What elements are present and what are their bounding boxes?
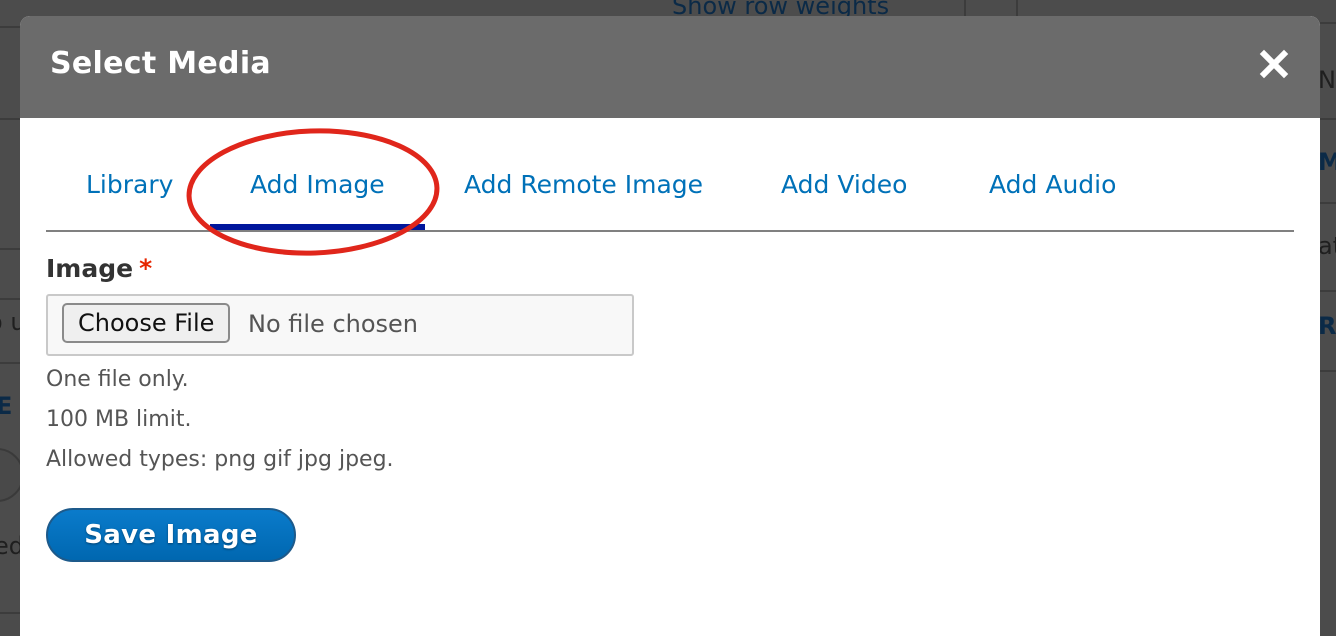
background-fragment: E — [0, 392, 13, 420]
media-tabs: Library Add Image Add Remote Image Add V… — [46, 164, 1294, 232]
tab-add-audio[interactable]: Add Audio — [989, 164, 1116, 230]
image-file-input[interactable]: Choose File No file chosen — [46, 294, 634, 356]
close-icon — [1259, 49, 1289, 79]
background-divider — [1320, 202, 1336, 204]
tab-add-video[interactable]: Add Video — [781, 164, 907, 230]
tab-library[interactable]: Library — [86, 164, 173, 230]
file-status-text: No file chosen — [248, 310, 419, 338]
tab-add-remote-image[interactable]: Add Remote Image — [464, 164, 703, 230]
choose-file-button[interactable]: Choose File — [62, 303, 231, 343]
image-field-label: Image * — [46, 254, 152, 283]
required-marker: * — [139, 254, 153, 283]
background-divider — [1320, 22, 1336, 24]
help-text-allowed-types: Allowed types: png gif jpg jpeg. — [46, 447, 394, 472]
dialog-titlebar: Select Media — [20, 16, 1320, 118]
background-divider — [1320, 290, 1336, 292]
tab-add-image[interactable]: Add Image — [210, 164, 425, 230]
background-fragment: MA — [1318, 148, 1336, 176]
select-media-dialog: Select Media Library Add Image Add Remot… — [20, 16, 1320, 636]
background-fragment: No — [1318, 66, 1336, 94]
background-divider — [1320, 118, 1336, 120]
background-divider — [0, 362, 20, 364]
background-fragment: R — [1318, 312, 1336, 340]
help-text-file-count: One file only. — [46, 367, 189, 392]
image-label-text: Image — [46, 254, 134, 283]
background-divider — [0, 298, 20, 300]
close-button[interactable] — [1256, 46, 1292, 82]
dialog-title: Select Media — [50, 46, 271, 81]
help-text-size-limit: 100 MB limit. — [46, 407, 192, 432]
save-image-button[interactable]: Save Image — [46, 508, 296, 562]
background-divider — [1320, 370, 1336, 372]
background-divider — [0, 248, 20, 250]
background-divider — [0, 26, 20, 28]
background-divider — [0, 612, 20, 614]
background-fragment: at — [1318, 232, 1336, 260]
background-divider — [0, 118, 20, 120]
